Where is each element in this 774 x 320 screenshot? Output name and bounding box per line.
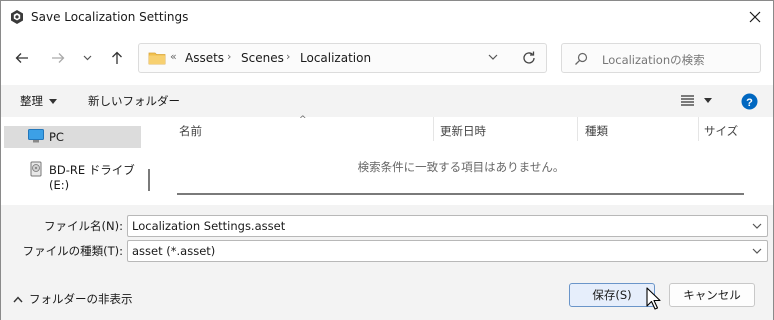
save-form: ファイル名(N): Localization Settings.asset ファ… bbox=[1, 205, 773, 269]
nav-item-bd-re-drive[interactable]: BD-RE ドライブ (E:) bbox=[4, 158, 147, 192]
column-header-size[interactable]: サイズ bbox=[704, 123, 738, 139]
folder-icon bbox=[148, 52, 166, 65]
cancel-button[interactable]: キャンセル bbox=[669, 283, 755, 307]
arrow-left-icon bbox=[15, 53, 28, 63]
chevron-down-icon[interactable] bbox=[488, 52, 498, 62]
save-dialog: Save Localization Settings « Assets › Sc… bbox=[0, 0, 774, 320]
command-bar: 整理 新しいフォルダー ? bbox=[1, 85, 773, 117]
filetype-value: asset (*.asset) bbox=[132, 244, 216, 258]
recent-locations-button[interactable] bbox=[78, 47, 96, 69]
svg-text:?: ? bbox=[746, 97, 753, 109]
navigation-bar: « Assets › Scenes › Localization Localiz… bbox=[1, 39, 773, 79]
column-header-name[interactable]: 名前 bbox=[179, 123, 202, 139]
column-divider[interactable] bbox=[698, 117, 699, 141]
mouse-cursor-icon bbox=[646, 287, 661, 310]
content-area: PC BD-RE ドライブ (E:) ^ 名前 更新日時 種類 サイズ 検索条件… bbox=[1, 115, 773, 205]
window-title: Save Localization Settings bbox=[31, 10, 189, 24]
hide-folders-label: フォルダーの非表示 bbox=[29, 292, 133, 306]
search-placeholder: Localizationの検索 bbox=[602, 53, 705, 67]
search-icon bbox=[575, 52, 588, 65]
navigation-pane-scrollbar[interactable] bbox=[148, 169, 150, 191]
address-bar[interactable]: « Assets › Scenes › Localization bbox=[138, 43, 547, 73]
chevron-up-icon bbox=[13, 295, 23, 302]
nav-item-label: BD-RE ドライブ (E:) bbox=[49, 163, 135, 192]
breadcrumb-scenes[interactable]: Scenes bbox=[241, 51, 284, 65]
chevron-down-icon bbox=[83, 55, 91, 61]
disc-drive-icon bbox=[30, 161, 42, 177]
new-folder-button[interactable]: 新しいフォルダー bbox=[88, 93, 180, 109]
up-button[interactable] bbox=[106, 47, 128, 69]
hide-folders-toggle[interactable]: フォルダーの非表示 bbox=[13, 291, 133, 307]
close-icon bbox=[749, 11, 761, 23]
nav-item-label: PC bbox=[49, 130, 64, 144]
search-box[interactable]: Localizationの検索 bbox=[561, 43, 761, 73]
breadcrumb-overflow[interactable]: « bbox=[170, 50, 177, 63]
chevron-down-icon bbox=[752, 248, 762, 254]
back-button[interactable] bbox=[11, 47, 33, 69]
view-menu[interactable] bbox=[681, 95, 712, 106]
breadcrumb-separator: › bbox=[286, 50, 291, 63]
help-icon[interactable]: ? bbox=[741, 93, 758, 110]
forward-button[interactable] bbox=[47, 47, 69, 69]
breadcrumb-assets[interactable]: Assets bbox=[185, 51, 224, 65]
organize-menu[interactable]: 整理 bbox=[20, 93, 57, 109]
filetype-label: ファイルの種類(T): bbox=[22, 244, 123, 258]
column-header-type[interactable]: 種類 bbox=[585, 123, 608, 139]
organize-label: 整理 bbox=[20, 94, 43, 108]
nav-item-pc[interactable]: PC bbox=[4, 126, 141, 148]
empty-list-message: 検索条件に一致する項目はありません。 bbox=[357, 160, 565, 174]
cancel-button-label: キャンセル bbox=[683, 288, 741, 302]
list-view-icon bbox=[681, 95, 694, 106]
save-button[interactable]: 保存(S) bbox=[569, 283, 655, 307]
unity-app-icon bbox=[11, 10, 23, 24]
caret-down-icon bbox=[704, 98, 712, 103]
column-divider[interactable] bbox=[433, 117, 434, 141]
caret-down-icon bbox=[49, 98, 57, 104]
refresh-icon[interactable] bbox=[521, 50, 537, 66]
monitor-icon bbox=[28, 129, 44, 143]
arrow-up-icon bbox=[112, 51, 122, 64]
arrow-right-icon bbox=[52, 53, 65, 63]
chevron-down-icon[interactable] bbox=[752, 221, 762, 231]
save-button-label: 保存(S) bbox=[592, 288, 632, 302]
column-header-date-modified[interactable]: 更新日時 bbox=[440, 123, 486, 139]
title-bar: Save Localization Settings bbox=[1, 1, 773, 33]
breadcrumb-localization[interactable]: Localization bbox=[300, 51, 371, 65]
filename-input[interactable]: Localization Settings.asset bbox=[127, 215, 768, 237]
filename-value: Localization Settings.asset bbox=[132, 219, 286, 233]
filename-label: ファイル名(N): bbox=[44, 219, 123, 233]
breadcrumb-separator: › bbox=[227, 50, 232, 63]
sort-ascending-icon: ^ bbox=[299, 115, 307, 125]
file-list-horizontal-scrollbar[interactable] bbox=[177, 193, 744, 195]
close-button[interactable] bbox=[741, 3, 769, 31]
filetype-select[interactable]: asset (*.asset) bbox=[127, 240, 768, 262]
navigation-pane: PC BD-RE ドライブ (E:) bbox=[1, 117, 161, 205]
file-list: ^ 名前 更新日時 種類 サイズ 検索条件に一致する項目はありません。 bbox=[161, 115, 773, 205]
column-divider[interactable] bbox=[577, 117, 578, 141]
